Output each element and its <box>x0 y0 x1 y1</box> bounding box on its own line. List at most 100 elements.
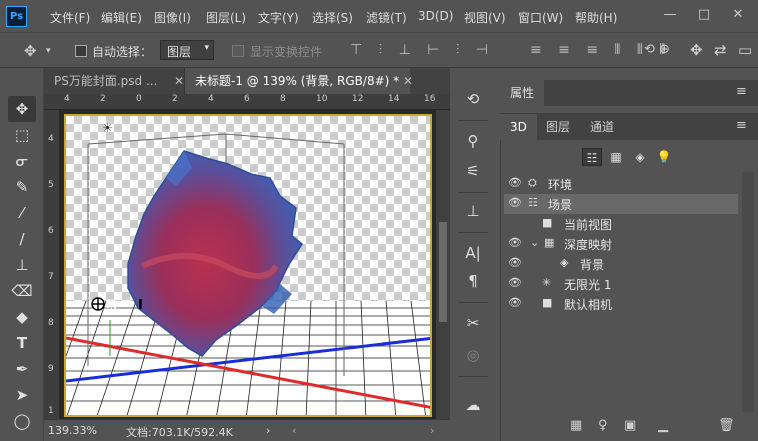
3d-item-environment[interactable]: 👁 ⛭ 环境 <box>504 174 738 194</box>
pen-tool-icon[interactable]: ✒ <box>8 356 36 382</box>
show-transform-checkbox[interactable] <box>232 45 244 57</box>
lasso-tool-icon[interactable]: ᓂ <box>8 148 36 174</box>
move-icon[interactable]: ✥ <box>24 43 37 59</box>
chevron-down-icon: ▾ <box>204 43 209 53</box>
auto-select-checkbox[interactable] <box>75 45 87 57</box>
photoshop-logo: Ps <box>6 6 27 27</box>
history-icon[interactable]: ⟲ <box>460 86 486 112</box>
brush-preset-icon[interactable]: ⚲ <box>460 128 486 154</box>
3d-item-scene[interactable]: 👁 ☷ 场景 <box>504 194 738 214</box>
render-icon[interactable]: ▣ <box>624 418 636 433</box>
tab-channels[interactable]: 通道 <box>580 114 624 140</box>
scroll-left-icon[interactable]: ‹ <box>292 424 296 437</box>
visibility-eye-icon[interactable]: 👁 <box>508 236 522 249</box>
ellipse-tool-icon[interactable]: ◯ <box>8 408 36 434</box>
stamp-tool-icon[interactable]: ⊥ <box>8 252 36 278</box>
menu-filter[interactable]: 滤镜(T) <box>366 9 407 26</box>
whole-scene-filter-icon[interactable]: ☷ <box>582 148 602 166</box>
menu-select[interactable]: 选择(S) <box>312 9 353 26</box>
visibility-eye-icon[interactable]: 👁 <box>508 196 522 209</box>
tab-properties[interactable]: 属性 <box>500 80 545 106</box>
3d-item-infinite-light[interactable]: 👁 ✳ 无限光 1 <box>504 274 738 294</box>
eraser-tool-icon[interactable]: ⌫ <box>8 278 36 304</box>
slide-icon[interactable]: ⇄ <box>714 42 727 58</box>
tab-layers[interactable]: 图层 <box>536 114 580 140</box>
menu-file[interactable]: 文件(F) <box>50 9 90 26</box>
mesh-add-icon[interactable]: ▦ <box>570 418 582 433</box>
3d-mode-icons[interactable]: ⟲ ⊕ <box>644 42 670 58</box>
3d-item-current-view[interactable]: ■ 当前视图 <box>504 214 738 234</box>
paragraph-icon[interactable]: ¶ <box>460 268 486 294</box>
delete-icon[interactable]: 🗑 <box>718 418 735 433</box>
material-filter-icon[interactable]: ◈ <box>630 148 650 166</box>
camera-raw-icon[interactable]: ◎ <box>460 342 486 368</box>
status-arrow-icon[interactable]: › <box>266 424 270 437</box>
quick-select-tool-icon[interactable]: ✎ <box>8 174 36 200</box>
video-icon[interactable]: ▭ <box>738 42 752 58</box>
light-filter-icon[interactable]: 💡 <box>654 148 674 166</box>
menu-help[interactable]: 帮助(H) <box>575 9 617 26</box>
type-tool-icon[interactable]: T <box>8 330 36 356</box>
chevron-down-icon[interactable]: ▾ <box>46 43 51 59</box>
visibility-eye-icon[interactable]: 👁 <box>508 296 522 309</box>
menu-type[interactable]: 文字(Y) <box>258 9 299 26</box>
pan-icon[interactable]: ✥ <box>690 42 703 58</box>
ruler-tick: 5 <box>48 180 54 190</box>
brush-tool-icon[interactable]: ∕ <box>8 226 36 252</box>
canvas-vertical-scrollbar[interactable] <box>436 110 450 419</box>
tab-ps-cover[interactable]: PS万能封面.psd ... ✕ <box>44 68 184 94</box>
move-tool-icon[interactable]: ✥ <box>8 96 36 122</box>
tool-presets-icon[interactable]: ✂ <box>460 310 486 336</box>
menu-3d[interactable]: 3D(D) <box>418 9 453 23</box>
menu-edit[interactable]: 编辑(E) <box>101 9 142 26</box>
document-canvas[interactable]: ☀ 录 I <box>64 114 432 417</box>
3d-item-background[interactable]: 👁 ◈ 背景 <box>504 254 738 274</box>
close-window-button[interactable]: ✕ <box>728 4 748 26</box>
environment-icon: ⛭ <box>528 176 537 189</box>
ruler-tick: 16 <box>424 94 436 104</box>
close-tab-icon[interactable]: ✕ <box>174 68 184 94</box>
document-tab-bar: PS万能封面.psd ... ✕ 未标题-1 @ 139% (背景, RGB/8… <box>44 68 450 94</box>
clone-source-icon[interactable]: ⊥ <box>460 198 486 224</box>
character-icon[interactable]: A| <box>460 240 486 266</box>
visibility-eye-icon[interactable]: 👁 <box>508 176 522 189</box>
visibility-eye-icon[interactable]: 👁 <box>508 256 522 269</box>
menu-layer[interactable]: 图层(L) <box>206 9 246 26</box>
menu-window[interactable]: 窗口(W) <box>518 9 563 26</box>
eyedropper-tool-icon[interactable]: ⁄ <box>8 200 36 226</box>
close-tab-icon[interactable]: ✕ <box>403 68 413 94</box>
scroll-right-icon[interactable]: › <box>430 424 434 437</box>
3d-item-depth-map[interactable]: 👁 ⌄ ▦ 深度映射 <box>504 234 738 254</box>
auto-select-dropdown[interactable]: 图层 ▾ <box>160 40 214 60</box>
camera-icon: ■ <box>542 216 553 229</box>
panel-icon-dock: ⟲ ⚲ ⚟ ⊥ A| ¶ ✂ ◎ ☁ <box>454 80 492 441</box>
mesh-filter-icon[interactable]: ▦ <box>606 148 626 166</box>
minimize-button[interactable]: — <box>660 4 680 26</box>
marquee-tool-icon[interactable]: ⬚ <box>8 122 36 148</box>
libraries-icon[interactable]: ☁ <box>460 392 486 418</box>
menu-image[interactable]: 图像(I) <box>154 9 191 26</box>
ruler-tick: 12 <box>352 94 364 104</box>
visibility-eye-icon[interactable]: 👁 <box>508 276 522 289</box>
tab-untitled-1[interactable]: 未标题-1 @ 139% (背景, RGB/8#) * ✕ <box>184 68 413 94</box>
panel-menu-icon[interactable]: ≡ <box>736 84 747 99</box>
light-add-icon[interactable]: ♀ <box>598 418 608 433</box>
3d-scene[interactable]: ☀ 录 I <box>66 116 432 417</box>
zoom-level[interactable]: 139.33% <box>48 424 97 437</box>
tab-label: 未标题-1 @ 139% (背景, RGB/8#) * <box>195 74 400 88</box>
path-select-tool-icon[interactable]: ➤ <box>8 382 36 408</box>
panel-menu-icon[interactable]: ≡ <box>736 118 747 133</box>
paint-bucket-tool-icon[interactable]: ◆ <box>8 304 36 330</box>
3d-item-default-camera[interactable]: 👁 ■ 默认相机 <box>504 294 738 314</box>
ruler-tick: 4 <box>208 94 214 104</box>
camera-icon: ■ <box>542 296 553 309</box>
tab-3d[interactable]: 3D <box>500 114 537 140</box>
chevron-down-icon[interactable]: ⌄ <box>530 236 539 249</box>
align-icons[interactable]: ⊤ ⫶ ⊥ ⊢ ⫶ ⊣ <box>350 42 494 58</box>
ground-icon[interactable]: ▁ <box>658 418 668 433</box>
light-icon[interactable]: ☀ <box>102 121 113 135</box>
panel-scrollbar[interactable] <box>742 172 754 412</box>
maximize-button[interactable]: □ <box>694 4 714 26</box>
menu-view[interactable]: 视图(V) <box>464 9 506 26</box>
adjustments-icon[interactable]: ⚟ <box>460 158 486 184</box>
